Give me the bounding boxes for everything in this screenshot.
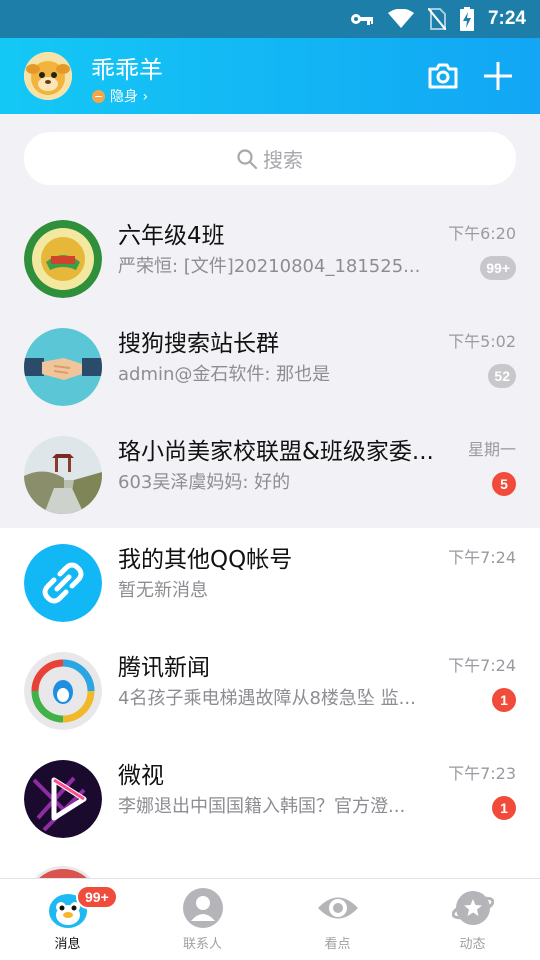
search-bar[interactable]: 搜索 <box>24 132 516 185</box>
conversation-time: 下午7:24 <box>448 548 516 567</box>
conversation-time: 下午5:02 <box>448 332 516 351</box>
wifi-icon <box>387 9 414 28</box>
tab-kandian[interactable]: 看点 <box>270 879 405 960</box>
contacts-icon <box>183 888 223 928</box>
conversation-item[interactable]: 搜狗搜索站长群 admin@金石软件: 那也是 下午5:02 52 <box>0 312 540 420</box>
plus-icon <box>484 62 512 90</box>
link-icon-avatar <box>24 544 102 622</box>
camera-icon <box>428 63 458 89</box>
conversation-time: 下午6:20 <box>448 224 516 243</box>
conversation-item[interactable]: 我的其他QQ帐号 暂无新消息 下午7:24 <box>0 528 540 636</box>
battery-charging-icon <box>459 7 474 31</box>
presence-label: 隐身 › <box>110 89 149 105</box>
handshake-avatar <box>24 328 102 406</box>
pavilion-photo-avatar <box>24 436 102 514</box>
status-time: 7:24 <box>487 8 526 29</box>
conversation-item[interactable]: 六年级4班 严荣恒: [文件]20210804_181525... 下午6:20… <box>0 204 540 312</box>
conversation-preview: 暂无新消息 <box>118 580 208 601</box>
app-header: 乖乖羊 隐身 › <box>0 38 540 114</box>
user-avatar[interactable] <box>24 52 72 100</box>
next-conversation-avatar <box>24 866 102 878</box>
username[interactable]: 乖乖羊 <box>91 50 163 85</box>
conversation-title: 搜狗搜索站长群 <box>118 331 279 357</box>
presence-status[interactable]: 隐身 › <box>92 86 148 106</box>
search-placeholder: 搜索 <box>263 148 303 172</box>
conversation-time: 下午7:24 <box>448 656 516 675</box>
weishi-avatar <box>24 760 102 838</box>
add-button[interactable] <box>480 58 516 94</box>
unread-badge: 1 <box>492 796 516 820</box>
conversation-preview: 李娜退出中国国籍入韩国？官方澄... <box>118 796 406 817</box>
camera-button[interactable] <box>425 58 461 94</box>
conversation-item[interactable]: 珞小尚美家校联盟&班级家委... 603吴泽虞妈妈: 好的 星期一 5 <box>0 420 540 528</box>
conversation-preview: 603吴泽虞妈妈: 好的 <box>118 472 291 493</box>
conversation-item[interactable]: 微视 李娜退出中国国籍入韩国？官方澄... 下午7:23 1 <box>0 744 540 852</box>
conversation-title: 六年级4班 <box>118 223 225 249</box>
conversation-preview: admin@金石软件: 那也是 <box>118 364 331 385</box>
tab-label: 消息 <box>54 937 81 952</box>
school-logo-avatar <box>24 220 102 298</box>
search-icon <box>237 148 257 169</box>
unread-badge: 99+ <box>480 256 516 280</box>
no-sim-icon <box>427 8 446 30</box>
messages-unread-badge: 99+ <box>76 885 118 909</box>
conversation-title: 微视 <box>118 763 164 789</box>
status-bar: 7:24 <box>0 0 540 38</box>
eye-icon <box>318 897 358 919</box>
tab-contacts[interactable]: 联系人 <box>135 879 270 960</box>
unread-badge: 1 <box>492 688 516 712</box>
tab-moments[interactable]: 动态 <box>405 879 540 960</box>
vpn-key-icon <box>350 14 373 25</box>
tab-label: 动态 <box>459 937 486 952</box>
conversation-title: 腾讯新闻 <box>118 655 210 681</box>
conversation-item[interactable]: 腾讯新闻 4名孩子乘电梯遇故障从8楼急坠 监... 下午7:24 1 <box>0 636 540 744</box>
planet-icon <box>452 891 494 925</box>
tencent-news-avatar <box>24 652 102 730</box>
bottom-tab-bar: 99+ 消息 联系人 看点 动态 <box>0 878 540 960</box>
tab-label: 看点 <box>324 937 351 952</box>
invisible-status-icon <box>92 89 105 103</box>
conversation-title: 珞小尚美家校联盟&班级家委... <box>118 439 434 465</box>
conversation-title: 我的其他QQ帐号 <box>118 547 293 573</box>
conversation-preview: 严荣恒: [文件]20210804_181525... <box>118 256 421 277</box>
unread-badge: 5 <box>492 472 516 496</box>
conversation-preview: 4名孩子乘电梯遇故障从8楼急坠 监... <box>118 688 416 709</box>
conversation-time: 星期一 <box>467 440 516 459</box>
tab-messages[interactable]: 99+ 消息 <box>0 879 135 960</box>
unread-badge: 52 <box>488 364 516 388</box>
tab-label: 联系人 <box>182 937 222 952</box>
conversation-time: 下午7:23 <box>448 764 516 783</box>
